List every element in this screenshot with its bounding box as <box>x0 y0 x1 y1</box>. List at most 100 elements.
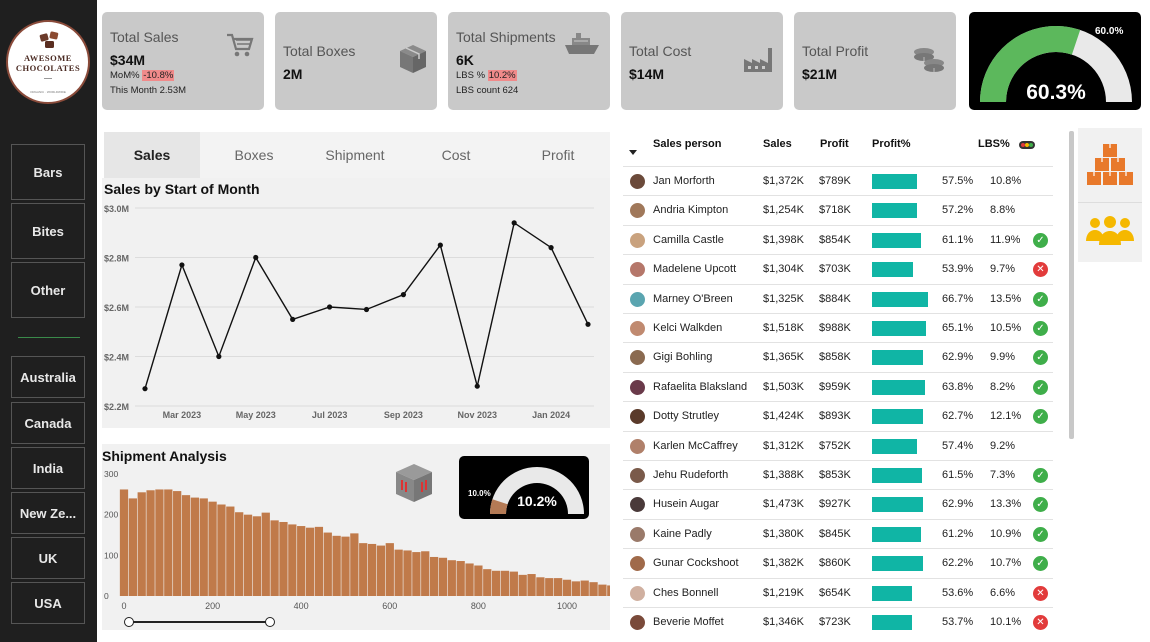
nav-other[interactable]: Other <box>11 262 85 318</box>
histogram-bar[interactable] <box>500 570 510 596</box>
histogram-bar[interactable] <box>341 536 350 596</box>
table-row[interactable]: Karlen McCaffrey $1,312K $752K 57.4% 9.2% <box>623 430 1053 460</box>
table-row[interactable]: Ches Bonnell $1,219K $654K 53.6% 6.6% ✕ <box>623 577 1053 607</box>
data-point[interactable] <box>400 292 407 298</box>
histogram-bar[interactable] <box>421 551 430 596</box>
histogram-bar[interactable] <box>137 492 146 596</box>
table-row[interactable]: Andria Kimpton $1,254K $718K 57.2% 8.8% <box>623 195 1053 224</box>
histogram-bar[interactable] <box>190 497 200 596</box>
histogram-bar[interactable] <box>235 512 244 596</box>
histogram-bar[interactable] <box>217 504 226 597</box>
data-point[interactable] <box>363 306 370 313</box>
histogram-bar[interactable] <box>288 524 297 596</box>
tab-sales[interactable]: Sales <box>104 132 200 178</box>
col-profit[interactable]: Profit <box>820 138 849 150</box>
histogram-bar[interactable] <box>146 490 155 596</box>
histogram-bar[interactable] <box>598 584 607 596</box>
table-row[interactable]: Kelci Walkden $1,518K $988K 65.1% 10.5% ✓ <box>623 313 1053 342</box>
nav-uk[interactable]: UK <box>11 537 85 579</box>
table-row[interactable]: Camilla Castle $1,398K $854K 61.1% 11.9% ✓ <box>623 224 1053 254</box>
histogram-bar[interactable] <box>297 526 306 596</box>
histogram-bar[interactable] <box>394 549 403 596</box>
table-row[interactable]: Husein Augar $1,473K $927K 62.9% 13.3% ✓ <box>623 489 1053 518</box>
histogram-bar[interactable] <box>279 521 288 596</box>
histogram-bar[interactable] <box>314 526 324 596</box>
histogram-bar[interactable] <box>367 543 377 596</box>
histogram-bar[interactable] <box>518 574 527 596</box>
range-slider-track[interactable] <box>128 621 271 623</box>
table-row[interactable]: Gunar Cockshoot $1,382K $860K 62.2% 10.7% ✓ <box>623 548 1053 577</box>
data-point[interactable] <box>585 321 591 327</box>
histogram-bar[interactable] <box>376 545 386 596</box>
nav-canada[interactable]: Canada <box>11 402 85 444</box>
histogram-bar[interactable] <box>607 585 610 596</box>
histogram-bar[interactable] <box>261 512 270 596</box>
histogram-bar[interactable] <box>571 581 580 596</box>
histogram-bar[interactable] <box>447 560 456 596</box>
data-point[interactable] <box>179 262 185 268</box>
histogram-bar[interactable] <box>536 577 545 596</box>
boxes-view-button[interactable] <box>1078 128 1142 200</box>
histogram-bar[interactable] <box>181 495 191 596</box>
table-row[interactable]: Rafaelita Blaksland $1,503K $959K 63.8% 8.2%… <box>623 371 1053 401</box>
histogram-bar[interactable] <box>155 489 164 596</box>
histogram-bar[interactable] <box>323 532 332 596</box>
histogram-bar[interactable] <box>385 543 394 596</box>
histogram-bar[interactable] <box>580 580 589 596</box>
data-point[interactable] <box>437 242 443 248</box>
col-profit-pct[interactable]: Profit% <box>872 138 911 150</box>
histogram-bar[interactable] <box>429 556 439 596</box>
histogram-bar[interactable] <box>438 557 448 596</box>
tab-boxes[interactable]: Boxes <box>204 132 304 178</box>
col-sales[interactable]: Sales <box>763 138 792 150</box>
histogram-bar[interactable] <box>199 498 208 596</box>
histogram-bar[interactable] <box>491 570 501 596</box>
histogram-bar[interactable] <box>562 579 572 596</box>
data-point[interactable] <box>216 353 222 360</box>
nav-australia[interactable]: Australia <box>11 356 85 398</box>
histogram-bar[interactable] <box>332 535 341 596</box>
histogram-bar[interactable] <box>119 489 129 596</box>
nav-bites[interactable]: Bites <box>11 203 85 259</box>
histogram-bar[interactable] <box>483 569 492 596</box>
tab-cost[interactable]: Cost <box>406 132 506 178</box>
nav-usa[interactable]: USA <box>11 582 85 624</box>
nav-new-zealand[interactable]: New Ze... <box>11 492 85 534</box>
histogram-bar[interactable] <box>173 491 182 596</box>
data-point[interactable] <box>511 220 517 226</box>
histogram-bar[interactable] <box>350 533 359 596</box>
data-point[interactable] <box>290 316 296 322</box>
table-scrollbar[interactable] <box>1069 131 1074 439</box>
table-row[interactable]: Dotty Strutley $1,424K $893K 62.7% 12.1% ✓ <box>623 401 1053 430</box>
data-point[interactable] <box>253 254 259 261</box>
histogram-bar[interactable] <box>359 543 368 596</box>
histogram-bar[interactable] <box>164 489 173 596</box>
table-row[interactable]: Beverie Moffet $1,346K $723K 53.7% 10.1% ✕ <box>623 607 1053 636</box>
nav-india[interactable]: India <box>11 447 85 489</box>
histogram-bar[interactable] <box>554 578 563 596</box>
table-row[interactable]: Marney O'Breen $1,325K $884K 66.7% 13.5% ✓ <box>623 283 1053 313</box>
histogram-bar[interactable] <box>545 578 554 596</box>
col-sales-person[interactable]: Sales person <box>653 138 721 150</box>
histogram-bar[interactable] <box>465 563 474 596</box>
histogram-bar[interactable] <box>412 552 421 596</box>
table-row[interactable]: Gigi Bohling $1,365K $858K 62.9% 9.9% ✓ <box>623 342 1053 371</box>
tab-shipment[interactable]: Shipment <box>304 132 406 178</box>
table-row[interactable]: Jehu Rudeforth $1,388K $853K 61.5% 7.3% ✓ <box>623 460 1053 489</box>
histogram-bar[interactable] <box>474 565 483 597</box>
histogram-bar[interactable] <box>270 520 279 596</box>
histogram-bar[interactable] <box>403 550 412 596</box>
nav-bars[interactable]: Bars <box>11 144 85 200</box>
histogram-bar[interactable] <box>243 514 253 596</box>
sort-desc-icon[interactable] <box>629 150 637 155</box>
table-row[interactable]: Kaine Padly $1,380K $845K 61.2% 10.9% ✓ <box>623 518 1053 548</box>
histogram-bar[interactable] <box>305 527 315 596</box>
table-row[interactable]: Jan Morforth $1,372K $789K 57.5% 10.8% <box>623 166 1053 195</box>
range-slider-end-handle[interactable] <box>265 617 275 627</box>
histogram-bar[interactable] <box>128 498 137 596</box>
data-point[interactable] <box>474 383 480 389</box>
team-view-button[interactable] <box>1078 202 1142 262</box>
histogram-bar[interactable] <box>589 582 598 596</box>
data-point[interactable] <box>326 304 333 310</box>
tab-profit[interactable]: Profit <box>508 132 608 178</box>
